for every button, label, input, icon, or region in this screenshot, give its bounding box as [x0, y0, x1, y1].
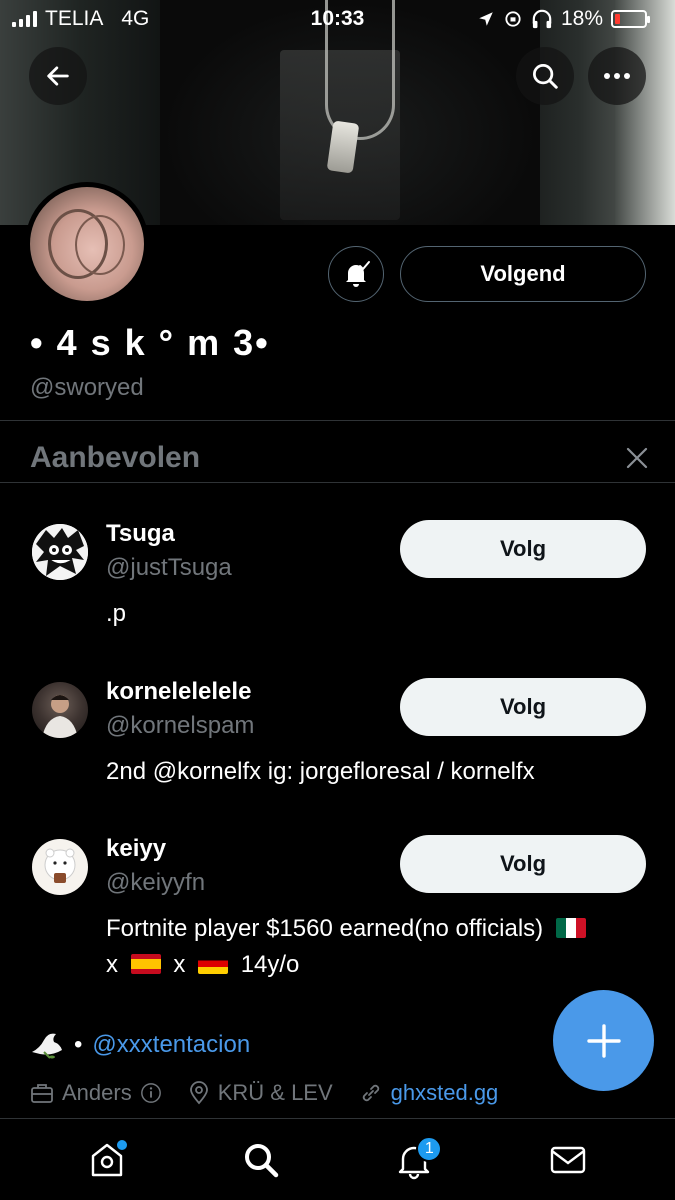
- suggestion-avatar[interactable]: [32, 524, 88, 580]
- follow-button[interactable]: Volg: [400, 520, 646, 578]
- tab-search[interactable]: [231, 1130, 291, 1190]
- bio-mention-link[interactable]: @xxxtentacion: [92, 1031, 250, 1059]
- spain-flag-icon: [130, 954, 161, 974]
- tab-home[interactable]: [77, 1130, 137, 1190]
- suggestion-handle: @keiyyfn: [106, 869, 206, 896]
- status-left: TELIA 4G: [12, 7, 149, 31]
- notifications-bell-button[interactable]: [328, 246, 384, 302]
- status-bar: TELIA 4G 10:33 18%: [0, 0, 675, 38]
- profile-meta: Anders KRÜ & LEV ghxsted.gg: [30, 1080, 498, 1106]
- carrier: TELIA: [45, 7, 104, 30]
- follow-button[interactable]: Volg: [400, 678, 646, 736]
- suggestion-item[interactable]: kornelelelele @kornelspam 2nd @kornelfx …: [0, 678, 675, 828]
- tab-notifications[interactable]: 1: [384, 1130, 444, 1190]
- network-type: 4G: [121, 7, 150, 30]
- profile-avatar[interactable]: [25, 182, 149, 306]
- recommended-title: Aanbevolen: [30, 441, 201, 474]
- profile-website-link[interactable]: ghxsted.gg: [391, 1080, 499, 1106]
- search-icon: [533, 64, 558, 89]
- location-icon: [479, 12, 493, 26]
- suggestion-name[interactable]: kornelelelele: [106, 678, 251, 706]
- more-horizontal-icon: [604, 73, 630, 79]
- profile-display-name: • 4 s k ° m 3•: [30, 322, 270, 363]
- notifications-badge: 1: [416, 1135, 443, 1162]
- signal-icon: [12, 11, 37, 27]
- suggestion-handle: @kornelspam: [106, 712, 255, 739]
- suggestion-avatar[interactable]: [32, 682, 88, 738]
- briefcase-icon: [31, 1084, 53, 1103]
- suggestion-handle: @justTsuga: [106, 554, 232, 581]
- bell-check-icon: [346, 261, 370, 287]
- status-right: 18%: [477, 7, 650, 31]
- headphones-icon: [532, 9, 552, 29]
- suggestion-item[interactable]: keiyy @keiyyfn Fortnite player $1560 ear…: [0, 835, 675, 985]
- person-photo-icon: [42, 695, 78, 738]
- divider: [0, 420, 675, 421]
- bottom-tab-bar: 1: [0, 1118, 675, 1200]
- divider: [0, 482, 675, 483]
- manga-face-avatar-icon: [32, 524, 88, 580]
- more-button[interactable]: [588, 47, 646, 105]
- suggestion-name[interactable]: Tsuga: [106, 520, 175, 548]
- arrow-left-icon: [47, 66, 69, 86]
- close-recommended-button[interactable]: [622, 443, 652, 473]
- suggestion-name[interactable]: keiyy: [106, 835, 166, 863]
- profile-category: Anders: [62, 1080, 132, 1105]
- follow-button[interactable]: Volg: [400, 835, 646, 893]
- bio-x: x: [173, 951, 186, 978]
- bio-x: x: [106, 951, 118, 978]
- battery-icon: [611, 10, 650, 28]
- home-new-dot: [116, 1139, 127, 1150]
- following-button[interactable]: Volgend: [400, 246, 646, 302]
- link-icon: [362, 1084, 379, 1102]
- close-icon: [626, 447, 648, 469]
- search-button[interactable]: [516, 47, 574, 105]
- suggestion-bio: 2nd @kornelfx ig: jorgefloresal / kornel…: [106, 758, 535, 785]
- dove-icon: [32, 1033, 62, 1059]
- compose-tweet-button[interactable]: [553, 990, 654, 1091]
- mexico-flag-icon: [555, 918, 586, 938]
- back-button[interactable]: [29, 47, 87, 105]
- suggestion-avatar[interactable]: [32, 839, 88, 895]
- info-icon[interactable]: [140, 1082, 162, 1104]
- profile-bio: • @xxxtentacion: [30, 1030, 250, 1060]
- battery-percent: 18%: [560, 7, 603, 30]
- profile-handle: @sworyed: [30, 374, 144, 401]
- mail-icon: [550, 1146, 586, 1173]
- profile-location: KRÜ & LEV: [217, 1080, 333, 1105]
- tab-messages[interactable]: [538, 1130, 598, 1190]
- bear-avatar-icon: [44, 848, 76, 883]
- orientation-lock-icon: [505, 11, 521, 27]
- bio-age: 14y/o: [240, 951, 300, 978]
- germany-flag-icon: [198, 954, 229, 974]
- location-pin-icon: [189, 1081, 208, 1105]
- suggestion-item[interactable]: Tsuga @justTsuga .p Volg: [0, 520, 675, 670]
- suggestion-bio: .p: [106, 600, 127, 627]
- bio-separator: •: [74, 1031, 83, 1058]
- bio-text: Fortnite player $1560 earned(no official…: [106, 915, 544, 942]
- suggestion-bio: Fortnite player $1560 earned(no official…: [106, 911, 651, 983]
- search-icon: [244, 1143, 278, 1177]
- plus-icon: [586, 1023, 621, 1058]
